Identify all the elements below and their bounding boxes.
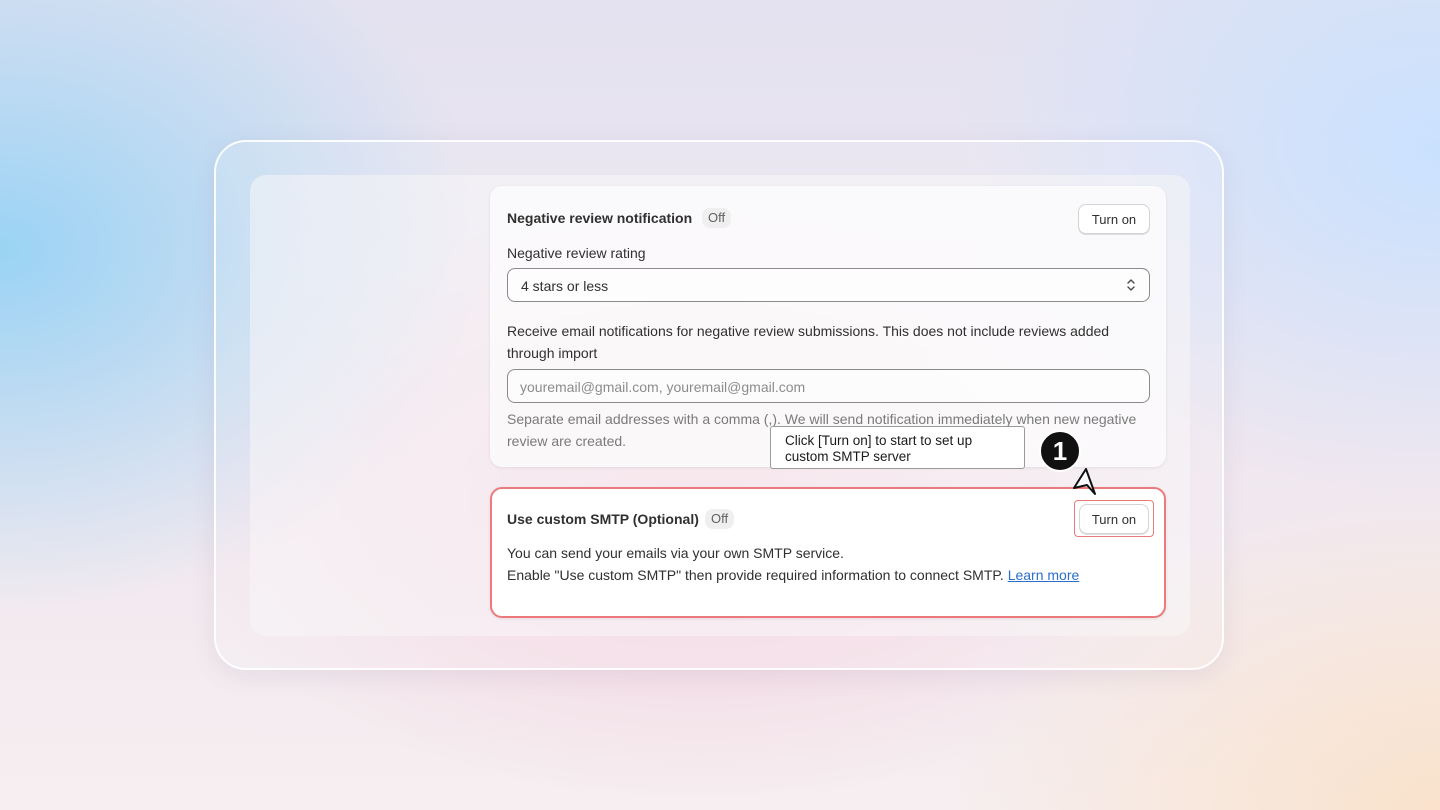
smtp-description-line2: Enable "Use custom SMTP" then provide re…	[507, 564, 1079, 586]
negative-review-description: Receive email notifications for negative…	[507, 323, 1110, 361]
guide-tooltip: Click [Turn on] to start to set up custo…	[770, 426, 1025, 469]
smtp-description-text: Enable "Use custom SMTP" then provide re…	[507, 567, 1004, 583]
rating-select[interactable]: 4 stars or less	[507, 268, 1150, 302]
negative-review-status-badge: Off	[702, 208, 732, 228]
smtp-status-badge: Off	[705, 509, 735, 529]
cursor-pointer-icon	[1073, 468, 1096, 495]
rating-label: Negative review rating	[507, 245, 646, 261]
highlight-box	[1074, 500, 1154, 537]
email-field[interactable]: youremail@gmail.com, youremail@gmail.com	[507, 369, 1150, 403]
learn-more-link[interactable]: Learn more	[1008, 567, 1080, 583]
tooltip-line1: Click [Turn on] to start to set up	[785, 433, 973, 448]
email-field-placeholder: youremail@gmail.com, youremail@gmail.com	[520, 379, 806, 395]
smtp-description-line1: You can send your emails via your own SM…	[507, 545, 844, 561]
tooltip-line2: custom SMTP server	[785, 449, 911, 464]
rating-select-value: 4 stars or less	[521, 278, 609, 294]
negative-review-title: Negative review notification	[507, 210, 693, 226]
negative-review-turn-on-button[interactable]: Turn on	[1078, 204, 1150, 234]
chevron-up-down-icon	[1127, 279, 1135, 291]
smtp-title: Use custom SMTP (Optional)	[507, 511, 699, 527]
